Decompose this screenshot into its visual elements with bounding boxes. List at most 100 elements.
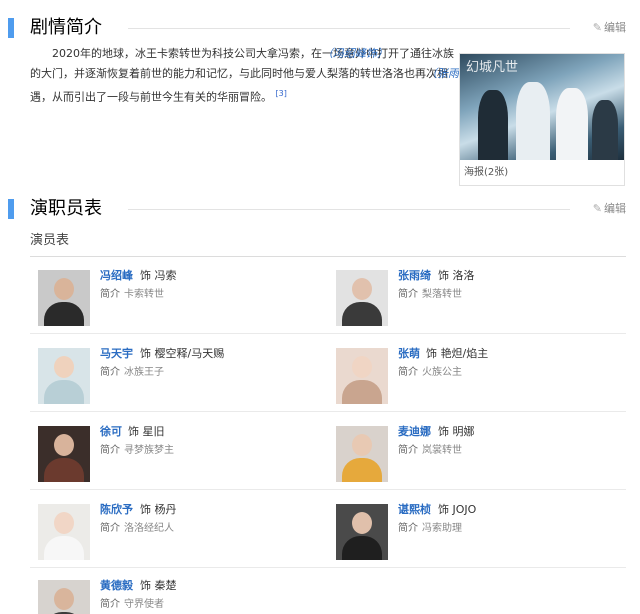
- synopsis-text: 2020年的地球，冰王卡索转世为科技公司大拿冯索 （冯绍峰饰） ，在一场意外中打开了…: [30, 44, 492, 108]
- actor-photo[interactable]: [38, 504, 90, 560]
- photo-head: [54, 434, 74, 456]
- photo-head: [54, 278, 74, 300]
- actor-card[interactable]: 黄德毅 饰 秦楚 简介 守界使者: [30, 578, 320, 614]
- row-divider: [30, 567, 626, 568]
- intro-text: 洛洛经纪人: [124, 523, 174, 534]
- actor-photo[interactable]: [336, 504, 388, 560]
- photo-head: [54, 512, 74, 534]
- actor-name[interactable]: 谌熙桢: [398, 502, 431, 518]
- intro-text: 寻梦族梦主: [124, 445, 174, 456]
- cast-section-header: 演职员表 ✎ 编辑: [0, 195, 640, 225]
- intro-text: 梨落转世: [422, 289, 462, 300]
- cast-subtitle: 演员表: [30, 233, 70, 248]
- role-prefix: 饰: [438, 503, 449, 516]
- role-prefix: 饰: [426, 347, 437, 360]
- actor-role: 饰 明娜: [438, 424, 475, 440]
- poster-image[interactable]: 幻城凡世: [460, 54, 624, 160]
- intro-text: 火族公主: [422, 367, 462, 378]
- actor-role: 饰 秦楚: [140, 578, 177, 594]
- photo-head: [352, 356, 372, 378]
- intro-label: 简介: [100, 523, 120, 534]
- photo-body: [44, 458, 84, 482]
- intro-text: 冰族王子: [124, 367, 164, 378]
- poster-figure: [478, 90, 508, 160]
- actor-photo[interactable]: [38, 426, 90, 482]
- actor-role: 饰 JOJO: [438, 502, 476, 518]
- actor-role: 饰 艳炟/焰主: [426, 346, 488, 362]
- poster-logo: 幻城凡世: [466, 60, 519, 75]
- role-name: 明娜: [452, 425, 475, 438]
- intro-label: 简介: [100, 367, 120, 378]
- intro-label: 简介: [398, 367, 418, 378]
- actor-name[interactable]: 马天宇: [100, 346, 133, 362]
- photo-body: [342, 458, 382, 482]
- role-name: 冯索: [154, 269, 177, 282]
- poster-figure: [556, 88, 588, 160]
- intro-label: 简介: [398, 289, 418, 300]
- edit-label: 编辑: [604, 21, 626, 34]
- reference-link[interactable]: [3]: [276, 89, 287, 98]
- poster-caption[interactable]: 海报(2张): [464, 166, 508, 180]
- edit-label: 编辑: [604, 202, 626, 215]
- synopsis-edit-button[interactable]: ✎ 编辑: [593, 20, 626, 36]
- role-prefix: 饰: [140, 347, 151, 360]
- role-prefix: 饰: [438, 269, 449, 282]
- actor-photo[interactable]: [38, 348, 90, 404]
- photo-body: [44, 302, 84, 326]
- cast-edit-button[interactable]: ✎ 编辑: [593, 201, 626, 217]
- actor-role: 饰 星旧: [128, 424, 165, 440]
- role-name: 樱空释/马天赐: [154, 347, 225, 360]
- actor-role: 饰 樱空释/马天赐: [140, 346, 224, 362]
- poster-figure: [592, 100, 618, 160]
- synopsis-title: 剧情简介: [30, 17, 102, 38]
- role-name: 星旧: [142, 425, 165, 438]
- actor-name[interactable]: 徐可: [100, 424, 122, 440]
- pencil-icon: ✎: [592, 21, 602, 34]
- actor-name[interactable]: 陈欣予: [100, 502, 133, 518]
- photo-body: [342, 302, 382, 326]
- actor-photo[interactable]: [38, 580, 90, 614]
- actor-name[interactable]: 张萌: [398, 346, 420, 362]
- role-name: 秦楚: [154, 579, 177, 592]
- role-name: 艳炟/焰主: [440, 347, 489, 360]
- actor-photo[interactable]: [336, 348, 388, 404]
- poster-card[interactable]: 幻城凡世 海报(2张): [459, 53, 625, 186]
- intro-label: 简介: [100, 599, 120, 610]
- synopsis-section-header: 剧情简介 ✎ 编辑: [0, 14, 640, 44]
- intro-label: 简介: [100, 445, 120, 456]
- role-prefix: 饰: [128, 425, 139, 438]
- photo-body: [342, 380, 382, 404]
- actor-name[interactable]: 冯绍峰: [100, 268, 133, 284]
- intro-label: 简介: [100, 289, 120, 300]
- row-divider: [30, 333, 626, 334]
- actor-photo[interactable]: [336, 270, 388, 326]
- section-divider: [128, 28, 570, 29]
- actor-name[interactable]: 黄德毅: [100, 578, 133, 594]
- actor-name[interactable]: 张雨绮: [398, 268, 431, 284]
- actor-role: 饰 杨丹: [140, 502, 177, 518]
- photo-head: [54, 588, 74, 610]
- row-divider: [30, 411, 626, 412]
- role-name: 杨丹: [154, 503, 177, 516]
- actor-photo[interactable]: [38, 270, 90, 326]
- role-name: JOJO: [452, 503, 477, 516]
- actor-name[interactable]: 麦迪娜: [398, 424, 431, 440]
- actor-photo[interactable]: [336, 426, 388, 482]
- photo-head: [352, 278, 372, 300]
- section-accent-bar: [8, 199, 14, 219]
- role-prefix: 饰: [140, 269, 151, 282]
- photo-head: [54, 356, 74, 378]
- intro-text: 冯索助理: [422, 523, 462, 534]
- role-prefix: 饰: [140, 503, 151, 516]
- role-name: 洛洛: [452, 269, 475, 282]
- photo-body: [44, 536, 84, 560]
- photo-body: [44, 380, 84, 404]
- cast-divider: [30, 256, 626, 257]
- intro-label: 简介: [398, 445, 418, 456]
- section-divider: [128, 209, 570, 210]
- role-prefix: 饰: [140, 579, 151, 592]
- section-accent-bar: [8, 18, 14, 38]
- photo-body: [342, 536, 382, 560]
- intro-text: 守界使者: [124, 599, 164, 610]
- photo-head: [352, 434, 372, 456]
